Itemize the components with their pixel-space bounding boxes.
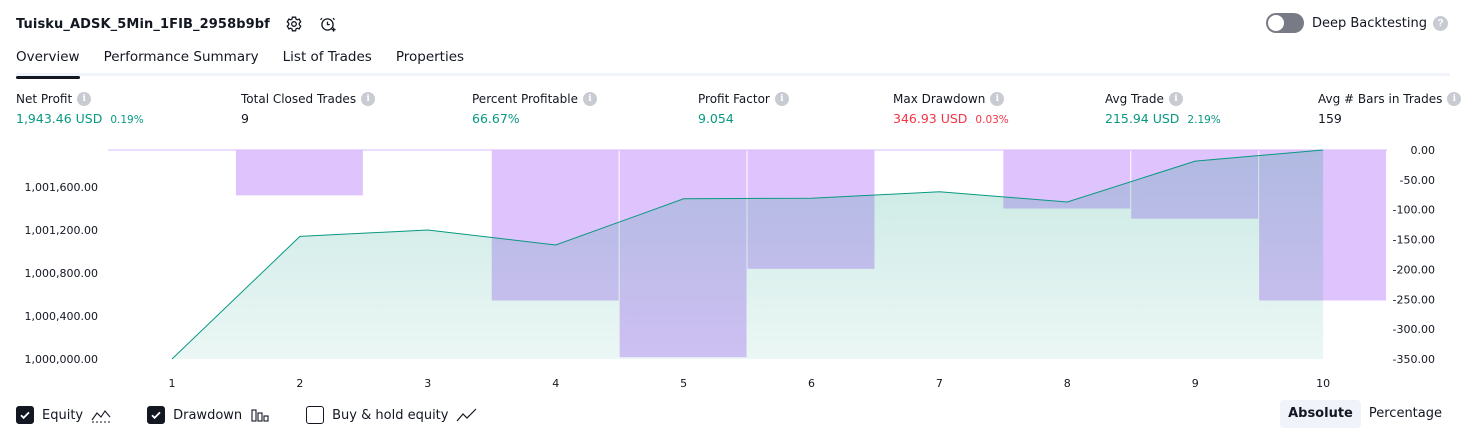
metric-label: Total Closed Trades	[241, 92, 357, 106]
x-axis-tick: 2	[296, 377, 303, 390]
metric-label: Max Drawdown	[893, 92, 986, 106]
metric-label: Avg # Bars in Trades	[1318, 92, 1443, 106]
metric-label: Avg Trade	[1105, 92, 1164, 106]
x-axis-tick: 5	[680, 377, 687, 390]
metric-value: 215.94 USD	[1105, 111, 1180, 126]
tab-properties[interactable]: Properties	[396, 44, 464, 76]
equity-checkbox[interactable]	[16, 406, 34, 424]
x-axis-tick: 3	[424, 377, 431, 390]
right-axis-tick: -250.00	[1393, 293, 1435, 306]
info-icon[interactable]: i	[1447, 92, 1462, 106]
deep-backtesting-toggle[interactable]	[1265, 13, 1304, 33]
x-axis-tick: 9	[1192, 377, 1199, 390]
gear-icon[interactable]	[284, 14, 304, 34]
x-axis-tick: 1	[169, 377, 176, 390]
equity-drawdown-chart: 1,001,600.00 1,001,200.00 1,000,800.00 1,00…	[25, 144, 1435, 390]
right-axis: 0.00 -50.00 -100.00 -150.00 -200.00 -250.00 -3…	[1393, 144, 1435, 366]
metric-percent: 0.03%	[975, 114, 1009, 126]
strategy-header: Tuisku_ADSK_5Min_1FIB_2958b9bf	[16, 12, 338, 36]
info-icon[interactable]: i	[1168, 92, 1183, 106]
tab-list-of-trades[interactable]: List of Trades	[283, 44, 372, 76]
metric-label: Net Profit	[16, 92, 73, 106]
info-icon[interactable]: i	[990, 92, 1005, 106]
metric-avg-bars: Avg # Bars in Trades i 159	[1318, 92, 1462, 126]
legend-equity[interactable]: Equity	[16, 406, 113, 424]
buy-hold-line-icon	[456, 407, 478, 423]
left-axis-tick: 1,000,400.00	[25, 310, 98, 323]
tab-performance-summary[interactable]: Performance Summary	[104, 44, 259, 76]
right-axis-tick: -50.00	[1400, 174, 1435, 187]
report-tabs: Overview Performance Summary List of Tra…	[16, 44, 1450, 79]
metric-value: 346.93 USD	[893, 111, 968, 126]
left-axis-tick: 1,000,800.00	[25, 267, 98, 280]
legend-drawdown[interactable]: Drawdown	[147, 406, 272, 424]
info-icon[interactable]: i	[77, 92, 92, 106]
metric-label: Percent Profitable	[472, 92, 578, 106]
metric-value: 66.67%	[472, 111, 520, 126]
help-icon[interactable]: ?	[1433, 15, 1448, 31]
drawdown-bars-icon	[250, 407, 272, 423]
equity-label: Equity	[42, 407, 84, 423]
x-axis-tick: 4	[552, 377, 559, 390]
metric-value: 9	[241, 111, 249, 126]
metric-label: Profit Factor	[698, 92, 770, 106]
drawdown-label: Drawdown	[173, 407, 243, 423]
absolute-button[interactable]: Absolute	[1280, 400, 1361, 428]
metric-percent: 2.19%	[1187, 114, 1221, 126]
metric-value: 9.054	[698, 111, 734, 126]
metrics-row: Net Profit i 1,943.46 USD 0.19% Total Clos…	[0, 92, 1466, 132]
deep-backtesting: Deep Backtesting ?	[1265, 13, 1448, 33]
x-axis-tick: 6	[808, 377, 815, 390]
metric-max-drawdown: Max Drawdown i 346.93 USD 0.03%	[893, 92, 1009, 126]
metric-value: 1,943.46 USD	[16, 111, 103, 126]
right-axis-tick: -150.00	[1393, 234, 1435, 247]
x-axis-tick: 8	[1064, 377, 1071, 390]
metric-avg-trade: Avg Trade i 215.94 USD 2.19%	[1105, 92, 1221, 126]
metric-percent-profitable: Percent Profitable i 66.67%	[472, 92, 597, 126]
drawdown-checkbox[interactable]	[147, 406, 166, 424]
right-axis-tick: -100.00	[1393, 204, 1435, 217]
metric-net-profit: Net Profit i 1,943.46 USD 0.19%	[16, 92, 144, 126]
right-axis-tick: -200.00	[1393, 263, 1435, 276]
metric-profit-factor: Profit Factor i 9.054	[698, 92, 789, 126]
left-axis-tick: 1,000,000.00	[25, 353, 98, 366]
right-axis-tick: -350.00	[1393, 353, 1435, 366]
buy-hold-checkbox[interactable]	[306, 406, 325, 424]
x-axis-tick: 10	[1316, 377, 1330, 390]
metric-value: 159	[1318, 111, 1342, 126]
view-mode-switch: Absolute Percentage	[1280, 400, 1450, 428]
info-icon[interactable]: i	[774, 92, 789, 106]
right-axis-tick: 0.00	[1411, 144, 1436, 157]
deep-backtesting-label: Deep Backtesting	[1311, 15, 1427, 31]
left-axis: 1,001,600.00 1,001,200.00 1,000,800.00 1,00…	[25, 181, 98, 366]
info-icon[interactable]: i	[582, 92, 597, 106]
left-axis-tick: 1,001,600.00	[25, 181, 98, 194]
percentage-button[interactable]: Percentage	[1361, 400, 1450, 428]
buy-hold-label: Buy & hold equity	[332, 407, 449, 423]
tab-overview[interactable]: Overview	[16, 44, 80, 79]
legend-buy-hold[interactable]: Buy & hold equity	[306, 406, 478, 424]
metric-total-closed-trades: Total Closed Trades i 9	[241, 92, 376, 126]
chart-legend: Equity Drawdown Buy & hold equity	[16, 402, 1450, 428]
equity-area-icon	[91, 407, 113, 423]
x-axis-tick: 7	[936, 377, 943, 390]
alarm-clock-add-icon[interactable]	[318, 14, 338, 34]
right-axis-tick: -300.00	[1393, 323, 1435, 336]
metric-percent: 0.19%	[110, 114, 144, 126]
info-icon[interactable]: i	[361, 92, 376, 106]
strategy-name: Tuisku_ADSK_5Min_1FIB_2958b9bf	[16, 16, 270, 32]
x-axis: 1 2 3 4 5 6 7 8 9 10	[169, 377, 1331, 390]
left-axis-tick: 1,001,200.00	[25, 224, 98, 237]
drawdown-bar	[235, 150, 363, 196]
